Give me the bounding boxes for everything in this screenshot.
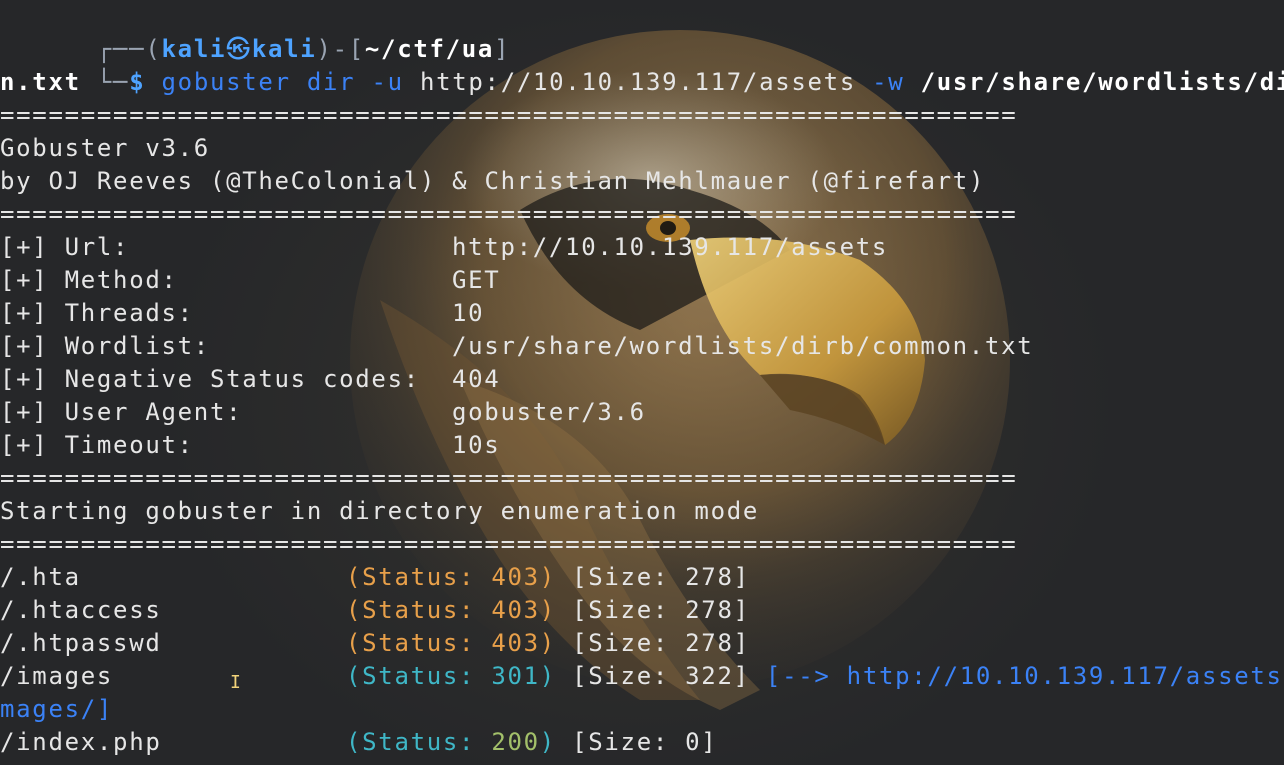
result-row: /.htpasswd (Status: 403) [Size: 278]	[0, 627, 748, 660]
config-row: [+] User Agent: gobuster/3.6	[0, 396, 644, 429]
config-label: [+] Url:	[0, 233, 130, 261]
status-close: )	[539, 629, 556, 657]
flag-w: -w	[872, 68, 905, 96]
prompt-dollar: $	[129, 68, 146, 96]
config-row: [+] Url: http://10.10.139.117/assets	[0, 231, 886, 264]
config-row: [+] Timeout: 10s	[0, 429, 499, 462]
result-row: /index.php (Status: 200) [Size: 0]	[0, 726, 716, 759]
config-value: gobuster/3.6	[452, 398, 646, 426]
status-code: 403	[491, 563, 540, 591]
separator: ========================================…	[0, 101, 1018, 129]
status-code: 403	[491, 629, 540, 657]
config-value: http://10.10.139.117/assets	[452, 233, 889, 261]
status-close: )	[539, 728, 556, 756]
status-label: (Status:	[346, 728, 492, 756]
redirect-link[interactable]: [--> http://10.10.139.117/assets/i	[766, 662, 1284, 690]
result-path: /.htpasswd	[0, 629, 162, 657]
config-value: 10	[452, 299, 485, 327]
start-message: Starting gobuster in directory enumerati…	[0, 497, 760, 525]
redirect-link-wrap[interactable]: mages/]	[0, 693, 113, 726]
config-value: 10s	[452, 431, 501, 459]
result-status: (Status: 301) [Size: 322] [--> http://10…	[346, 660, 1284, 693]
command-name: gobuster	[161, 68, 291, 96]
config-value: 404	[452, 365, 501, 393]
result-size: [Size: 0]	[572, 728, 718, 756]
status-label: (Status:	[346, 629, 492, 657]
command-line[interactable]: └─$ gobuster dir -u http://10.10.139.117…	[0, 33, 1284, 96]
status-close: )	[539, 596, 556, 624]
config-label: [+] Method:	[0, 266, 178, 294]
separator: ========================================…	[0, 464, 1018, 492]
status-close: )	[539, 662, 556, 690]
result-path: /.htaccess	[0, 596, 162, 624]
result-status: (Status: 403) [Size: 278]	[346, 594, 750, 627]
config-row: [+] Wordlist: /usr/share/wordlists/dirb/c…	[0, 330, 1032, 363]
result-size: [Size: 322]	[572, 662, 750, 690]
status-code: 200	[491, 728, 540, 756]
config-row: [+] Threads: 10	[0, 297, 483, 330]
config-label: [+] Timeout:	[0, 431, 194, 459]
status-code: 301	[491, 662, 540, 690]
result-size: [Size: 278]	[572, 596, 750, 624]
result-row: /images (Status: 301) [Size: 322] [--> h…	[0, 660, 1284, 693]
flag-u: -u	[371, 68, 404, 96]
config-row: [+] Negative Status codes: 404	[0, 363, 499, 396]
config-value: /usr/share/wordlists/dirb/common.txt	[452, 332, 1034, 360]
result-row: /.hta (Status: 403) [Size: 278]	[0, 561, 748, 594]
banner-authors: by OJ Reeves (@TheColonial) & Christian …	[0, 167, 986, 195]
config-label: [+] Threads:	[0, 299, 194, 327]
config-label: [+] Wordlist:	[0, 332, 210, 360]
url-argument: http://10.10.139.117/assets	[403, 68, 873, 96]
result-status: (Status: 200) [Size: 0]	[346, 726, 717, 759]
prompt-line: ┌──(kali㉿kali)-[~/ctf/ua]	[0, 0, 510, 63]
config-row: [+] Method: GET	[0, 264, 499, 297]
status-label: (Status:	[346, 596, 492, 624]
result-path: /index.php	[0, 728, 162, 756]
config-label: [+] User Agent:	[0, 398, 243, 426]
text-cursor-icon: I	[230, 672, 241, 693]
result-path: /images	[0, 662, 114, 690]
config-value: GET	[452, 266, 501, 294]
command-wrap: n.txt	[0, 68, 81, 96]
status-code: 403	[491, 596, 540, 624]
result-row: /.htaccess (Status: 403) [Size: 278]	[0, 594, 748, 627]
result-status: (Status: 403) [Size: 278]	[346, 627, 750, 660]
config-label: [+] Negative Status codes:	[0, 365, 420, 393]
status-close: )	[539, 563, 556, 591]
result-size: [Size: 278]	[572, 629, 750, 657]
command-args: dir	[290, 68, 372, 96]
separator: ========================================…	[0, 530, 1018, 558]
separator: ========================================…	[0, 200, 1018, 228]
result-size: [Size: 278]	[572, 563, 750, 591]
result-status: (Status: 403) [Size: 278]	[346, 561, 750, 594]
status-label: (Status:	[346, 563, 492, 591]
banner-version: Gobuster v3.6	[0, 134, 210, 162]
wordlist-argument: /usr/share/wordlists/dirb/commo	[920, 68, 1284, 96]
prompt-frame-bottom: └─	[96, 68, 130, 96]
result-path: /.hta	[0, 563, 81, 591]
status-label: (Status:	[346, 662, 492, 690]
terminal-window[interactable]: ┌──(kali㉿kali)-[~/ctf/ua] └─$ gobuster d…	[0, 0, 1284, 765]
